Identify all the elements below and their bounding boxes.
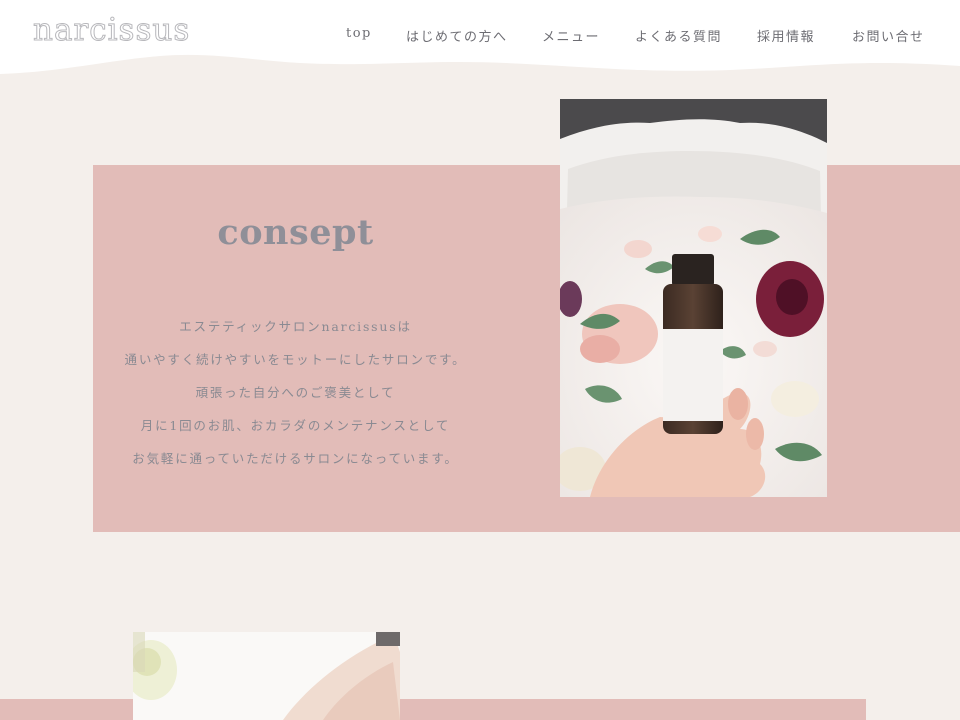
concept-line: エステティックサロンnarcissusは xyxy=(179,319,412,334)
concept-line: お気軽に通っていただけるサロンになっています。 xyxy=(132,451,459,466)
concept-line: 月に1回のお肌、おカラダのメンテナンスとして xyxy=(140,418,451,433)
nav-item-recruit[interactable]: 採用情報 xyxy=(757,26,815,45)
nav-item-contact[interactable]: お問い合せ xyxy=(852,26,925,45)
nav-item-menu[interactable]: メニュー xyxy=(542,26,600,45)
nav-item-faq[interactable]: よくある質問 xyxy=(635,26,722,45)
concept-title: consept xyxy=(217,212,374,253)
concept-line: 頑張った自分へのご褒美として xyxy=(195,385,396,400)
next-section-band-left xyxy=(0,699,133,720)
next-section-photo xyxy=(133,632,400,720)
concept-photo-oil-bottle xyxy=(560,99,827,497)
nav-item-top[interactable]: top xyxy=(346,26,372,41)
concept-line: 通いやすく続けやすいをモットーにしたサロンです。 xyxy=(124,352,467,367)
site-header: narcissus top はじめての方へ メニュー よくある質問 採用情報 お… xyxy=(0,0,960,90)
main-nav: top はじめての方へ メニュー よくある質問 採用情報 お問い合せ xyxy=(0,26,960,46)
nav-item-first-visit[interactable]: はじめての方へ xyxy=(406,26,508,45)
next-section-band-right xyxy=(400,699,866,720)
concept-description: エステティックサロンnarcissusは 通いやすく続けやすいをモットーにしたサ… xyxy=(93,316,498,481)
